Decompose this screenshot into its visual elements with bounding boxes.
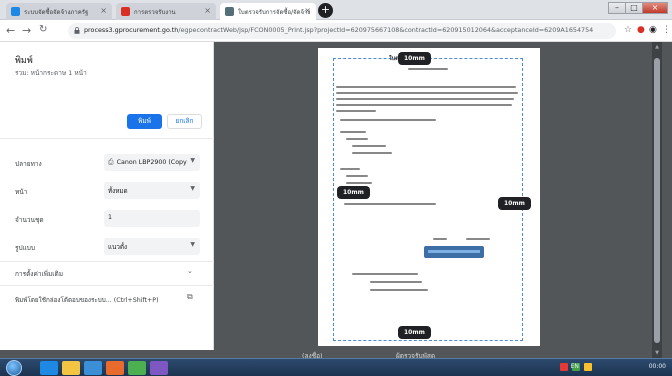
close-window-button[interactable]: × xyxy=(642,2,668,14)
address-host: process3.gprocurement.go.th xyxy=(84,26,179,34)
document-line xyxy=(352,273,418,275)
document-line xyxy=(336,92,518,94)
tab-acceptance[interactable]: การตรวจรับงาน × xyxy=(116,3,216,20)
windows-taskbar: EN 00:00 xyxy=(0,358,672,376)
media-icon[interactable] xyxy=(84,361,102,375)
close-tab-icon[interactable]: × xyxy=(204,6,211,15)
close-tab-icon[interactable]: × xyxy=(100,6,107,15)
clock[interactable]: 00:00 xyxy=(649,363,666,370)
antivirus-icon[interactable] xyxy=(560,363,568,371)
scrollbar-thumb[interactable] xyxy=(654,58,660,343)
tab-receipt-print[interactable]: ใบตรวจรับการจัดซื้อ/จัดจ้าง × xyxy=(220,3,316,20)
office-icon[interactable] xyxy=(106,361,124,375)
menu-icon[interactable]: ⋮ xyxy=(662,25,671,35)
document-line xyxy=(336,104,512,106)
back-icon[interactable]: ← xyxy=(6,24,15,37)
more-settings-toggle[interactable]: การตั้งค่าเพิ่มเติม xyxy=(15,269,63,279)
document-line xyxy=(336,98,514,100)
document-line xyxy=(336,110,376,112)
tab-label: การตรวจรับงาน xyxy=(134,9,176,16)
document-line xyxy=(346,138,368,140)
page-margin-guide xyxy=(333,58,523,341)
margin-tag-right[interactable]: 10mm xyxy=(498,197,531,210)
document-line xyxy=(408,68,448,70)
printer-icon: ⎙ xyxy=(108,158,114,166)
maximize-button[interactable]: □ xyxy=(625,2,643,14)
print-button[interactable]: พิมพ์ xyxy=(127,114,162,129)
divider xyxy=(0,138,214,139)
page-count-summary: รวม: หน้ากระดาษ 1 หน้า xyxy=(15,69,87,77)
bookmark-star-icon[interactable]: ☆ xyxy=(624,25,632,35)
chevron-down-icon: ▼ xyxy=(190,157,195,164)
chevron-down-icon[interactable]: ⌄ xyxy=(187,267,193,275)
address-bar[interactable]: process3.gprocurement.go.th/egpecontract… xyxy=(68,23,616,39)
tab-label: ใบตรวจรับการจัดซื้อ/จัดจ้าง xyxy=(238,9,311,16)
copies-input[interactable]: 1 xyxy=(104,210,200,227)
document-line xyxy=(340,131,366,133)
system-tray: EN 00:00 xyxy=(571,363,666,370)
tab-favicon-icon xyxy=(11,7,20,16)
minimize-button[interactable]: – xyxy=(608,2,626,14)
destination-value: Canon LBP2900 (Copy xyxy=(116,159,187,166)
margin-tag-left[interactable]: 10mm xyxy=(337,186,370,199)
window-controls: – □ × xyxy=(608,2,668,15)
document-line xyxy=(370,281,422,283)
chevron-down-icon: ▼ xyxy=(190,241,195,248)
pages-value: ทั้งหมด xyxy=(108,188,128,195)
app-icon[interactable] xyxy=(150,361,168,375)
print-settings-panel: พิมพ์ รวม: หน้ากระดาษ 1 หน้า พิมพ์ ยกเลิ… xyxy=(0,42,214,350)
tab-egp[interactable]: ระบบจัดซื้อจัดจ้างภาครัฐ × xyxy=(6,3,112,20)
document-line xyxy=(344,203,436,205)
print-title: พิมพ์ xyxy=(15,56,33,66)
tab-label: ระบบจัดซื้อจัดจ้างภาครัฐ xyxy=(24,9,89,16)
document-line xyxy=(336,86,516,88)
layout-select[interactable]: แนวตั้ง ▼ xyxy=(104,238,200,255)
forward-icon[interactable]: → xyxy=(22,24,31,37)
chrome-icon[interactable] xyxy=(128,361,146,375)
document-line xyxy=(466,238,490,240)
document-line xyxy=(352,152,392,154)
open-external-icon[interactable]: ⧉ xyxy=(187,292,193,302)
extension-icon[interactable]: ● xyxy=(637,25,645,35)
new-tab-button[interactable]: + xyxy=(318,3,333,18)
lock-icon xyxy=(74,27,80,34)
document-line xyxy=(433,238,447,240)
tab-favicon-icon xyxy=(225,7,234,16)
divider xyxy=(0,261,214,262)
document-line xyxy=(346,182,372,184)
copies-label: จำนวนชุด xyxy=(15,216,44,224)
margin-tag-bottom[interactable]: 10mm xyxy=(398,326,431,339)
document-line xyxy=(370,289,428,291)
pages-select[interactable]: ทั้งหมด ▼ xyxy=(104,182,200,199)
browser-toolbar: ← → ↻ process3.gprocurement.go.th/egpeco… xyxy=(0,20,672,42)
language-indicator[interactable]: EN xyxy=(571,363,579,370)
file-explorer-icon[interactable] xyxy=(62,361,80,375)
profile-icon[interactable]: ◉ xyxy=(649,25,657,35)
tab-favicon-icon xyxy=(121,7,130,16)
start-button[interactable] xyxy=(6,360,22,376)
reload-icon[interactable]: ↻ xyxy=(39,24,47,35)
signature-stamp-line xyxy=(428,250,480,253)
system-dialog-link[interactable]: พิมพ์โดยใช้กล่องโต้ตอบของระบบ... (Ctrl+S… xyxy=(15,295,159,305)
destination-select[interactable]: ⎙ Canon LBP2900 (Copy ▼ xyxy=(104,154,200,171)
close-tab-icon[interactable]: × xyxy=(304,6,311,15)
ie-icon[interactable] xyxy=(40,361,58,375)
cancel-button[interactable]: ยกเลิก xyxy=(167,114,202,129)
document-line xyxy=(340,168,360,170)
document-line xyxy=(346,175,368,177)
divider xyxy=(0,285,214,286)
address-path: /egpecontractWeb/jsp/FCON0005_Print.jsp?… xyxy=(178,26,594,34)
scroll-up-icon[interactable]: ▲ xyxy=(652,44,662,50)
pages-label: หน้า xyxy=(15,188,28,196)
tab-strip: ระบบจัดซื้อจัดจ้างภาครัฐ × การตรวจรับงาน… xyxy=(0,0,672,20)
destination-label: ปลายทาง xyxy=(15,160,42,168)
chevron-down-icon: ▼ xyxy=(190,185,195,192)
copies-value: 1 xyxy=(108,214,113,221)
document-line xyxy=(352,145,386,147)
layout-label: รูปแบบ xyxy=(15,244,36,252)
margin-tag-top[interactable]: 10mm xyxy=(398,52,431,65)
layout-value: แนวตั้ง xyxy=(108,244,128,251)
scroll-down-icon[interactable]: ▼ xyxy=(652,350,662,356)
document-line xyxy=(340,119,436,121)
